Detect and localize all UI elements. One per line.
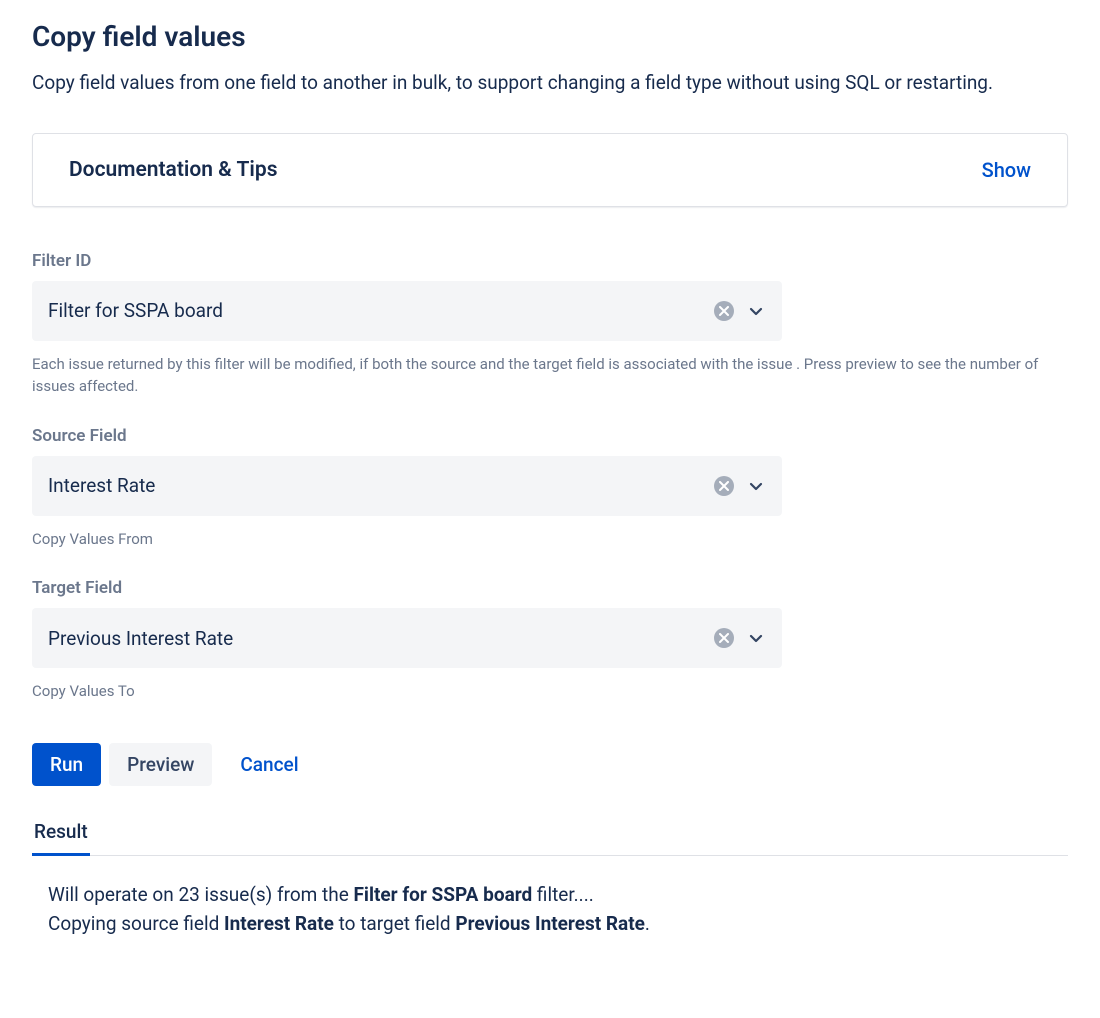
result-tab[interactable]: Result (32, 814, 90, 856)
result-text: filter.... (532, 883, 594, 906)
target-field-group: Target Field Previous Interest Rate Copy… (32, 578, 1068, 703)
preview-button[interactable]: Preview (109, 743, 212, 786)
source-field-select[interactable]: Interest Rate (32, 456, 782, 516)
cancel-button[interactable]: Cancel (220, 743, 318, 786)
target-field-help: Copy Values To (32, 680, 1068, 703)
target-field-select[interactable]: Previous Interest Rate (32, 608, 782, 668)
chevron-down-icon[interactable] (744, 474, 768, 498)
source-field-label: Source Field (32, 426, 1068, 446)
filter-id-help: Each issue returned by this filter will … (32, 353, 1068, 398)
clear-icon[interactable] (714, 301, 734, 321)
page-description: Copy field values from one field to anot… (32, 69, 1068, 97)
result-source-field: Interest Rate (224, 912, 334, 935)
action-buttons: Run Preview Cancel (32, 743, 1068, 786)
result-issue-count: 23 (178, 883, 199, 906)
target-field-value: Previous Interest Rate (48, 627, 704, 650)
source-field-group: Source Field Interest Rate Copy Values F… (32, 426, 1068, 551)
result-body: Will operate on 23 issue(s) from the Fil… (32, 880, 1068, 939)
show-documentation-link[interactable]: Show (982, 158, 1031, 182)
result-text: to target field (334, 912, 455, 935)
result-text: issue(s) from the (200, 883, 354, 906)
source-field-help: Copy Values From (32, 528, 1068, 551)
chevron-down-icon[interactable] (744, 626, 768, 650)
chevron-down-icon[interactable] (744, 299, 768, 323)
result-text: Will operate on (48, 883, 178, 906)
result-filter-name: Filter for SSPA board (354, 883, 533, 906)
run-button[interactable]: Run (32, 743, 101, 786)
filter-id-select[interactable]: Filter for SSPA board (32, 281, 782, 341)
documentation-title: Documentation & Tips (69, 158, 278, 182)
result-text: Copying source field (48, 912, 224, 935)
filter-id-group: Filter ID Filter for SSPA board Each iss… (32, 251, 1068, 398)
target-field-label: Target Field (32, 578, 1068, 598)
filter-id-label: Filter ID (32, 251, 1068, 271)
clear-icon[interactable] (714, 628, 734, 648)
result-tabs: Result (32, 814, 1068, 856)
source-field-value: Interest Rate (48, 474, 704, 497)
page-title: Copy field values (32, 20, 1068, 53)
clear-icon[interactable] (714, 476, 734, 496)
documentation-panel: Documentation & Tips Show (32, 133, 1068, 207)
result-text: . (645, 912, 650, 935)
filter-id-value: Filter for SSPA board (48, 299, 704, 322)
result-target-field: Previous Interest Rate (455, 912, 645, 935)
